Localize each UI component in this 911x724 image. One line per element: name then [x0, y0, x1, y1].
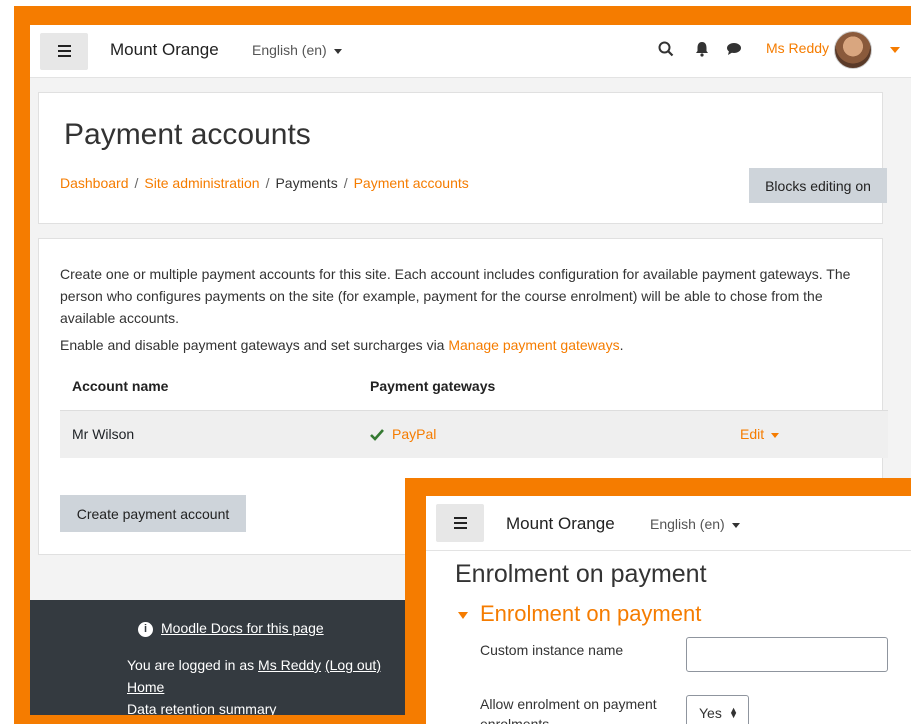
user-name[interactable]: Ms Reddy: [766, 40, 829, 56]
column-header-account-name: Account name: [72, 378, 169, 394]
gateway-cell: PayPal: [370, 411, 436, 458]
breadcrumb-payments: Payments: [275, 175, 338, 191]
intro-text: Create one or multiple payment accounts …: [60, 266, 851, 326]
breadcrumb-payment-accounts[interactable]: Payment accounts: [354, 175, 469, 191]
create-payment-account-button[interactable]: Create payment account: [60, 495, 246, 532]
hamburger-icon: [58, 45, 71, 47]
language-menu[interactable]: English (en): [252, 42, 342, 58]
edit-label: Edit: [740, 426, 765, 442]
gateways-text-suffix: .: [619, 337, 624, 353]
breadcrumb-separator: /: [134, 175, 139, 191]
navbar: Mount Orange English (en) Ms Reddy: [30, 25, 911, 78]
caret-down-icon: [333, 48, 342, 54]
moodle-docs-link[interactable]: Moodle Docs for this page: [161, 620, 324, 636]
custom-instance-name-input[interactable]: [686, 637, 888, 672]
info-icon: i: [138, 621, 153, 637]
account-name-cell: Mr Wilson: [72, 426, 135, 442]
manage-payment-gateways-link[interactable]: Manage payment gateways: [448, 337, 619, 353]
logged-in-prefix: You are logged in as: [127, 657, 259, 673]
logout-link[interactable]: (Log out): [325, 657, 381, 673]
edit-menu[interactable]: Edit: [740, 411, 780, 458]
hamburger-icon: [454, 517, 467, 519]
custom-instance-name-label: Custom instance name: [480, 642, 624, 658]
overlay-navbar: Mount Orange English (en): [426, 496, 911, 551]
allow-enrolment-label: Allow enrolment on payment enrolments: [480, 696, 657, 724]
home-link[interactable]: Home: [127, 679, 164, 695]
page-title: Payment accounts: [64, 118, 311, 151]
home-line: Home: [127, 679, 164, 695]
overlay-window: Mount Orange English (en) Enrolment on p…: [426, 496, 911, 724]
hamburger-line: [58, 50, 71, 52]
avatar[interactable]: [834, 31, 872, 69]
table-row: Mr Wilson PayPal Edit: [60, 410, 888, 458]
language-label: English (en): [252, 42, 327, 58]
check-icon: [370, 429, 384, 442]
search-icon[interactable]: [657, 40, 675, 58]
overlay-language-label: English (en): [650, 516, 725, 532]
hamburger-line: [58, 55, 71, 57]
breadcrumb: Dashboard / Site administration / Payments / P…: [60, 175, 469, 191]
overlay-menu-toggle-button[interactable]: [436, 504, 484, 542]
blocks-editing-button[interactable]: Blocks editing on: [749, 168, 887, 203]
profile-link[interactable]: Ms Reddy: [258, 657, 321, 673]
breadcrumb-site-administration[interactable]: Site administration: [144, 175, 259, 191]
select-arrows-icon: ▲ ▼: [729, 705, 738, 720]
bell-icon[interactable]: [693, 40, 711, 58]
site-name[interactable]: Mount Orange: [110, 40, 219, 60]
data-retention-link[interactable]: Data retention summary: [127, 701, 276, 715]
gateway-name[interactable]: PayPal: [392, 426, 436, 442]
overlay-language-menu[interactable]: English (en): [650, 516, 740, 532]
allow-enrolment-select[interactable]: Yes ▲ ▼: [686, 695, 749, 724]
breadcrumb-separator: /: [343, 175, 348, 191]
caret-down-icon: [771, 432, 780, 438]
user-menu-caret-icon[interactable]: [890, 47, 900, 53]
hamburger-line: [454, 522, 467, 524]
overlay-page-title: Enrolment on payment: [455, 560, 707, 588]
breadcrumb-separator: /: [265, 175, 270, 191]
allow-enrolment-value: Yes: [699, 705, 722, 721]
logged-in-info: You are logged in as Ms Reddy (Log out): [127, 657, 381, 673]
gateways-text-prefix: Enable and disable payment gateways and …: [60, 337, 449, 353]
page-header: Payment accounts Dashboard / Site administ…: [38, 92, 887, 224]
overlay-site-name[interactable]: Mount Orange: [506, 514, 615, 534]
docs-line: i Moodle Docs for this page: [138, 620, 324, 637]
breadcrumb-dashboard[interactable]: Dashboard: [60, 175, 129, 191]
caret-down-icon: [731, 522, 740, 528]
section-header[interactable]: Enrolment on payment: [458, 601, 701, 627]
chat-icon[interactable]: [725, 40, 743, 58]
column-header-payment-gateways: Payment gateways: [370, 378, 496, 394]
hamburger-line: [454, 527, 467, 529]
section-title: Enrolment on payment: [480, 601, 702, 626]
gateways-text: Enable and disable payment gateways and …: [60, 337, 623, 353]
menu-toggle-button[interactable]: [40, 33, 88, 70]
collapse-triangle-icon: [458, 611, 468, 619]
